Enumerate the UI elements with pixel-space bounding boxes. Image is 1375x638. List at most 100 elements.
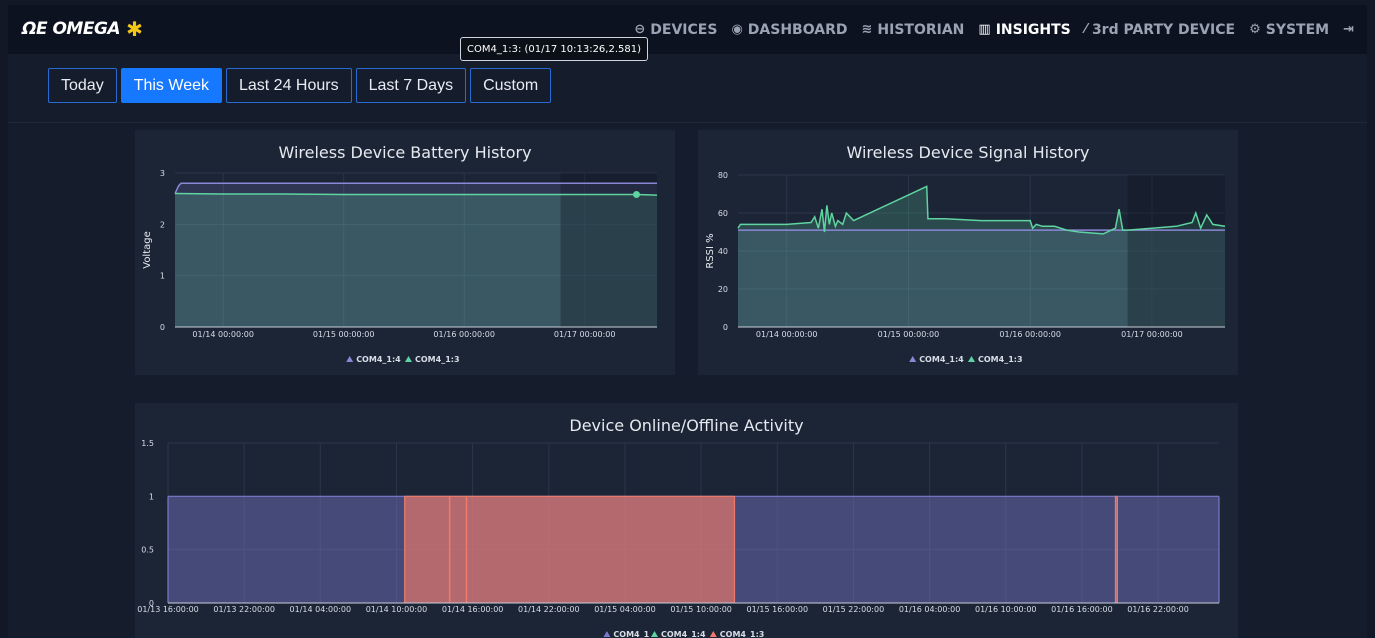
nav-item-logout[interactable]: ⇥ (1343, 22, 1359, 37)
legend-item[interactable]: COM4_1:4 (346, 355, 401, 364)
nav-item-devices[interactable]: ⊖ DEVICES (634, 22, 717, 38)
devices-icon: ⊖ (634, 22, 646, 37)
online-offline-panel: Device Online/Offline Activity 0 0.5 1 1.5 0… (135, 403, 1238, 638)
hover-point (633, 191, 641, 199)
y-tick-label: 80 (718, 171, 728, 180)
legend-label: COM4_1:4 (919, 355, 964, 364)
x-tick-label: 01/14 04:00:00 (290, 605, 352, 614)
legend-triangle-icon (909, 356, 917, 362)
x-tick-label: 01/17 00:00:00 (554, 330, 616, 339)
y-tick-label: 3 (160, 169, 165, 178)
nav-label: 3rd PARTY DEVICE (1091, 21, 1236, 38)
dashboard-icon: ◉ (731, 22, 743, 37)
omega-logo[interactable]: ΩE OMEGA ✱ (22, 17, 143, 41)
nav-item-dashboard[interactable]: ◉ DASHBOARD (731, 22, 847, 38)
legend-label: COM4_1:3 (720, 630, 765, 638)
nav-label: DASHBOARD (747, 21, 848, 38)
y-tick-label: 1.5 (141, 439, 154, 448)
tab-last-24-hours[interactable]: Last 24 Hours (225, 68, 352, 103)
y-tick-label: 40 (718, 247, 728, 256)
legend-triangle-icon (346, 356, 354, 362)
logout-icon: ⇥ (1343, 22, 1354, 37)
y-tick-label: 60 (718, 209, 728, 218)
y-tick-label: 0 (723, 323, 728, 332)
magic-wand-icon: ⁄ (1084, 22, 1087, 37)
legend-item[interactable]: COM4_1:4 (909, 355, 964, 364)
nav-label: SYSTEM (1265, 21, 1330, 38)
x-tick-label: 01/15 10:00:00 (670, 605, 732, 614)
legend-item[interactable]: COM4_1:3 (968, 355, 1023, 364)
signal-history-panel: Wireless Device Signal History 0 20 40 60 80… (698, 130, 1238, 375)
main-nav: ⊖ DEVICES ◉ DASHBOARD ≋ HISTORIAN ▥ INSIGHTS ⁄ 3r… (620, 5, 1359, 54)
x-tick-label: 01/14 16:00:00 (442, 605, 504, 614)
tab-this-week[interactable]: This Week (120, 68, 222, 103)
signal-history-chart[interactable]: 0 20 40 60 80 01/14 00:00:00 01/15 00:00:00 01/… (698, 130, 1238, 375)
legend-label: COM4_1:4 (356, 355, 401, 364)
legend-label: COM4_1:3 (415, 355, 460, 364)
y-tick-label: 0 (160, 323, 165, 332)
x-tick-label: 01/16 22:00:00 (1127, 605, 1189, 614)
y-tick-label: 2 (160, 220, 165, 229)
logo-text: ΩE OMEGA (22, 19, 121, 39)
time-range-bar: Today This Week Last 24 Hours Last 7 Days Cu… (8, 54, 1367, 123)
app-window: ΩE OMEGA ✱ ⊖ DEVICES ◉ DASHBOARD ≋ HISTORIAN ▥… (8, 5, 1367, 638)
x-tick-label: 01/14 10:00:00 (366, 605, 428, 614)
nav-item-historian[interactable]: ≋ HISTORIAN (861, 22, 964, 38)
legend-label: COM4_1:3 (978, 355, 1023, 364)
nav-label: HISTORIAN (877, 21, 965, 38)
x-tick-label: 01/16 04:00:00 (899, 605, 961, 614)
nav-label: INSIGHTS (995, 21, 1071, 38)
time-range-tabs: Today This Week Last 24 Hours Last 7 Days Cu… (48, 68, 555, 103)
nav-item-3rd-party-device[interactable]: ⁄ 3rd PARTY DEVICE (1085, 22, 1235, 38)
x-tick-label: 01/15 00:00:00 (878, 330, 940, 339)
chart-tooltip: COM4_1:3: (01/17 10:13:26,2.581) (460, 37, 649, 61)
legend-triangle-icon (651, 631, 658, 637)
hover-band (1127, 175, 1225, 327)
hover-band (560, 173, 657, 327)
tab-custom[interactable]: Custom (470, 68, 552, 103)
x-tick-label: 01/15 00:00:00 (313, 330, 375, 339)
legend-triangle-icon (603, 631, 611, 637)
online-offline-chart[interactable]: 00.511.501/13 16:00:00 01/13 22:00:00 01/1… (135, 403, 1238, 638)
x-tick-label: 01/16 16:00:00 (1051, 605, 1113, 614)
x-tick-label: 01/15 22:00:00 (823, 605, 885, 614)
x-tick-label: 01/16 00:00:00 (433, 330, 495, 339)
bar-chart-icon: ▥ (978, 22, 991, 37)
gears-icon: ⚙ (1249, 22, 1261, 37)
x-tick-label: 01/15 16:00:00 (747, 605, 809, 614)
x-tick-label: 01/14 00:00:00 (756, 330, 818, 339)
nav-item-insights[interactable]: ▥ INSIGHTS (978, 22, 1070, 38)
x-tick-label: 01/15 04:00:00 (594, 605, 656, 614)
y-tick-label: 1 (160, 272, 165, 281)
legend-triangle-icon (405, 356, 412, 362)
x-tick-label: 01/14 22:00:00 (518, 605, 580, 614)
legend-item[interactable]: COM4_1:3 (405, 355, 460, 364)
logo-star-icon: ✱ (126, 17, 143, 41)
database-icon: ≋ (861, 22, 873, 37)
legend-triangle-icon (968, 356, 975, 362)
battery-history-panel: Wireless Device Battery History 0 1 2 3 01/1… (135, 130, 675, 375)
x-tick-label: 01/14 00:00:00 (192, 330, 254, 339)
top-navbar: ΩE OMEGA ✱ ⊖ DEVICES ◉ DASHBOARD ≋ HISTORIAN ▥… (8, 5, 1367, 54)
y-axis-title: RSSI % (705, 233, 716, 268)
y-tick-label: 0.5 (141, 546, 154, 555)
x-tick-label: 01/17 00:00:00 (1121, 330, 1183, 339)
legend-label: COM4_1:4 (661, 630, 706, 638)
x-tick-label: 01/16 00:00:00 (999, 330, 1061, 339)
tab-last-7-days[interactable]: Last 7 Days (355, 68, 467, 103)
state-fill-2 (404, 496, 735, 603)
y-tick-label: 20 (718, 285, 728, 294)
battery-history-chart[interactable]: 0 1 2 3 01/14 00:00:00 01/15 00:00:00 01/16 00… (135, 130, 675, 375)
legend-item[interactable]: COM4_1:4 (651, 630, 706, 638)
x-tick-label: 01/13 22:00:00 (213, 605, 275, 614)
tab-today[interactable]: Today (48, 68, 117, 103)
nav-label: DEVICES (650, 21, 718, 38)
legend-item[interactable]: COM4_1:3 (709, 630, 765, 638)
y-axis-title: Voltage (142, 231, 153, 269)
y-tick-label: 1 (149, 492, 154, 501)
legend-label: COM4_1 (613, 630, 649, 638)
x-tick-label: 01/16 10:00:00 (975, 605, 1037, 614)
nav-item-system[interactable]: ⚙ SYSTEM (1249, 22, 1329, 38)
x-tick-label: 01/13 16:00:00 (137, 605, 199, 614)
legend-item[interactable]: COM4_1 (603, 630, 650, 638)
